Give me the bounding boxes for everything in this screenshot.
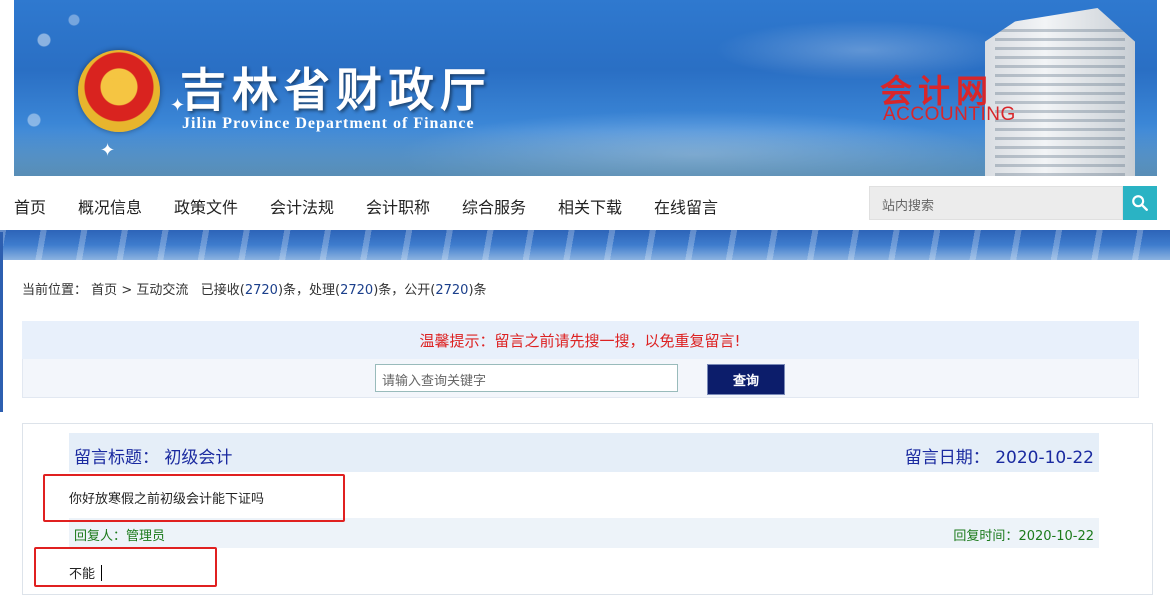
replier-label: 回复人： (74, 529, 126, 544)
accounting-subtitle: ACCOUNTING (883, 104, 1016, 126)
reply-bar (69, 518, 1099, 548)
reply-time: 回复时间：2020-10-22 (953, 525, 1094, 544)
stats-public: 2720 (435, 283, 468, 298)
national-emblem-icon: ★ (78, 50, 160, 132)
nav-item-services[interactable]: 综合服务 (462, 194, 526, 218)
breadcrumb-prefix: 当前位置： (22, 283, 87, 298)
stats-suffix: )条 (468, 283, 486, 298)
site-subtitle: Jilin Province Department of Finance (182, 115, 475, 133)
highlight-box-reply (34, 547, 217, 587)
site-title: 吉林省财政厅 (180, 54, 492, 120)
reply-time-value: 2020-10-22 (1018, 529, 1094, 544)
stats-processed: 2720 (340, 283, 373, 298)
nav-item-titles[interactable]: 会计职称 (366, 194, 430, 218)
stats-public-label: )条，公开( (373, 283, 435, 298)
replier-value: 管理员 (126, 529, 165, 544)
nav-item-policy[interactable]: 政策文件 (174, 194, 238, 218)
message-title-value: 初级会计 (164, 448, 232, 468)
reply-time-label: 回复时间： (953, 529, 1018, 544)
site-search-input[interactable]: 站内搜索 (869, 186, 1123, 220)
message-date-label: 留言日期： (905, 448, 990, 468)
breadcrumb-separator: > (121, 283, 132, 298)
breadcrumb: 当前位置： 首页 > 互动交流 已接收(2720)条，处理(2720)条，公开(… (22, 279, 487, 298)
left-accent-bar (0, 232, 3, 412)
stats-processed-label: )条，处理( (278, 283, 340, 298)
sparkle-icon: ✦ (100, 140, 115, 161)
stats-received: 2720 (245, 283, 278, 298)
message-title-label: 留言标题： (74, 448, 159, 468)
nav-item-online-message[interactable]: 在线留言 (654, 194, 718, 218)
nav-item-downloads[interactable]: 相关下载 (558, 194, 622, 218)
stats-received-label: 已接收( (201, 283, 245, 298)
replier: 回复人：管理员 (74, 525, 165, 544)
breadcrumb-home[interactable]: 首页 (91, 283, 117, 298)
query-button[interactable]: 查询 (707, 364, 785, 395)
message-date: 留言日期： 2020-10-22 (905, 443, 1094, 468)
nav-item-regulations[interactable]: 会计法规 (270, 194, 334, 218)
message-date-value: 2020-10-22 (995, 448, 1094, 468)
keyword-search-input[interactable]: 请输入查询关键字 (375, 364, 678, 392)
highlight-box-question (43, 474, 345, 522)
breadcrumb-section[interactable]: 互动交流 (136, 283, 188, 298)
search-button[interactable] (1123, 186, 1157, 220)
nav-item-overview[interactable]: 概况信息 (78, 194, 142, 218)
search-icon (1131, 194, 1149, 212)
building-image (985, 8, 1135, 176)
message-title: 留言标题： 初级会计 (74, 443, 232, 468)
notice-text: 温馨提示：留言之前请先搜一搜，以免重复留言! (0, 330, 1160, 351)
decorative-strip (0, 230, 1170, 260)
nav-item-home[interactable]: 首页 (14, 194, 46, 218)
